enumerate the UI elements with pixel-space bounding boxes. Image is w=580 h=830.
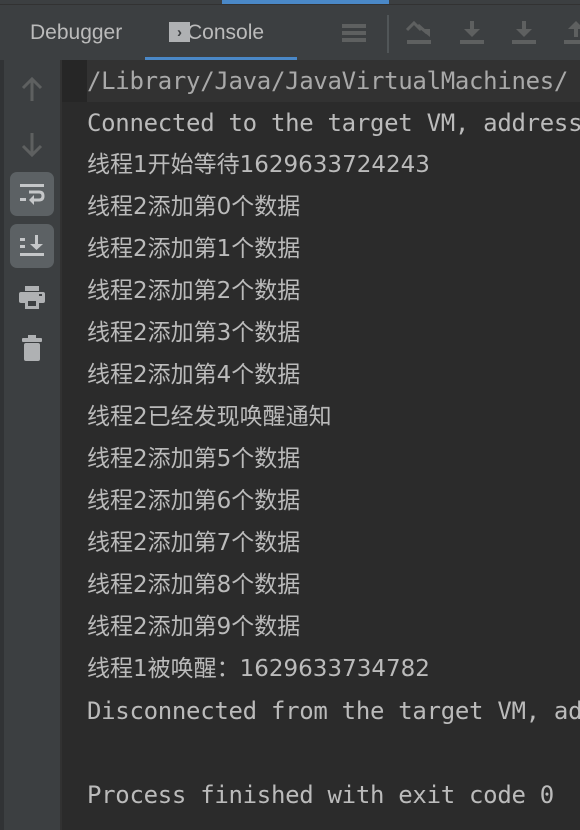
console-icon: › [169, 22, 190, 42]
console-line-java-path: /Library/Java/JavaVirtualMachines/ [87, 60, 580, 102]
soft-wrap-icon[interactable] [10, 172, 54, 216]
show-execution-point-icon[interactable] [405, 19, 433, 47]
down-arrow-icon[interactable] [10, 122, 54, 166]
debug-tab-bar: Debugger › Console [0, 4, 580, 61]
step-over-icon[interactable] [458, 19, 486, 47]
console-line-connected: Connected to the target VM, address [87, 109, 580, 137]
tab-console[interactable]: › Console [145, 5, 297, 61]
console-line: 线程2已经发现唤醒通知 [87, 404, 332, 430]
console-line: 线程2添加第2个数据 [87, 278, 301, 304]
console-line: 线程2添加第4个数据 [87, 362, 301, 388]
console-line: 线程2添加第3个数据 [87, 320, 301, 346]
tab-debugger[interactable]: Debugger [30, 5, 122, 61]
console-output[interactable]: /Library/Java/JavaVirtualMachines/ Conne… [62, 60, 580, 830]
clear-all-icon[interactable] [10, 326, 54, 370]
toolbar-separator [387, 15, 389, 53]
up-arrow-icon[interactable] [10, 68, 54, 112]
gutter-edge [0, 60, 4, 830]
tab-debugger-label: Debugger [30, 21, 123, 44]
console-line: 线程2添加第6个数据 [87, 488, 301, 514]
threads-list-icon[interactable] [340, 19, 368, 47]
console-line: 线程2添加第0个数据 [87, 194, 301, 220]
tab-console-label: Console [187, 21, 265, 44]
console-line: 线程2添加第8个数据 [87, 572, 301, 598]
step-into-icon[interactable] [510, 19, 538, 47]
console-line: 线程1被唤醒：1629633734782 [87, 656, 430, 682]
console-line: 线程1开始等待1629633724243 [87, 152, 430, 178]
print-icon[interactable] [10, 276, 54, 320]
step-out-icon[interactable] [562, 19, 580, 47]
console-gutter-toolbar [0, 60, 62, 830]
console-line-disconnected: Disconnected from the target VM, address [87, 697, 580, 725]
console-line-process-finished: Process finished with exit code 0 [87, 781, 554, 809]
console-line: 线程2添加第5个数据 [87, 446, 301, 472]
console-line: 线程2添加第7个数据 [87, 530, 301, 556]
scroll-to-end-icon[interactable] [10, 224, 54, 268]
console-line: 线程2添加第1个数据 [87, 236, 301, 262]
console-left-margin [62, 60, 87, 102]
console-line: 线程2添加第9个数据 [87, 614, 301, 640]
